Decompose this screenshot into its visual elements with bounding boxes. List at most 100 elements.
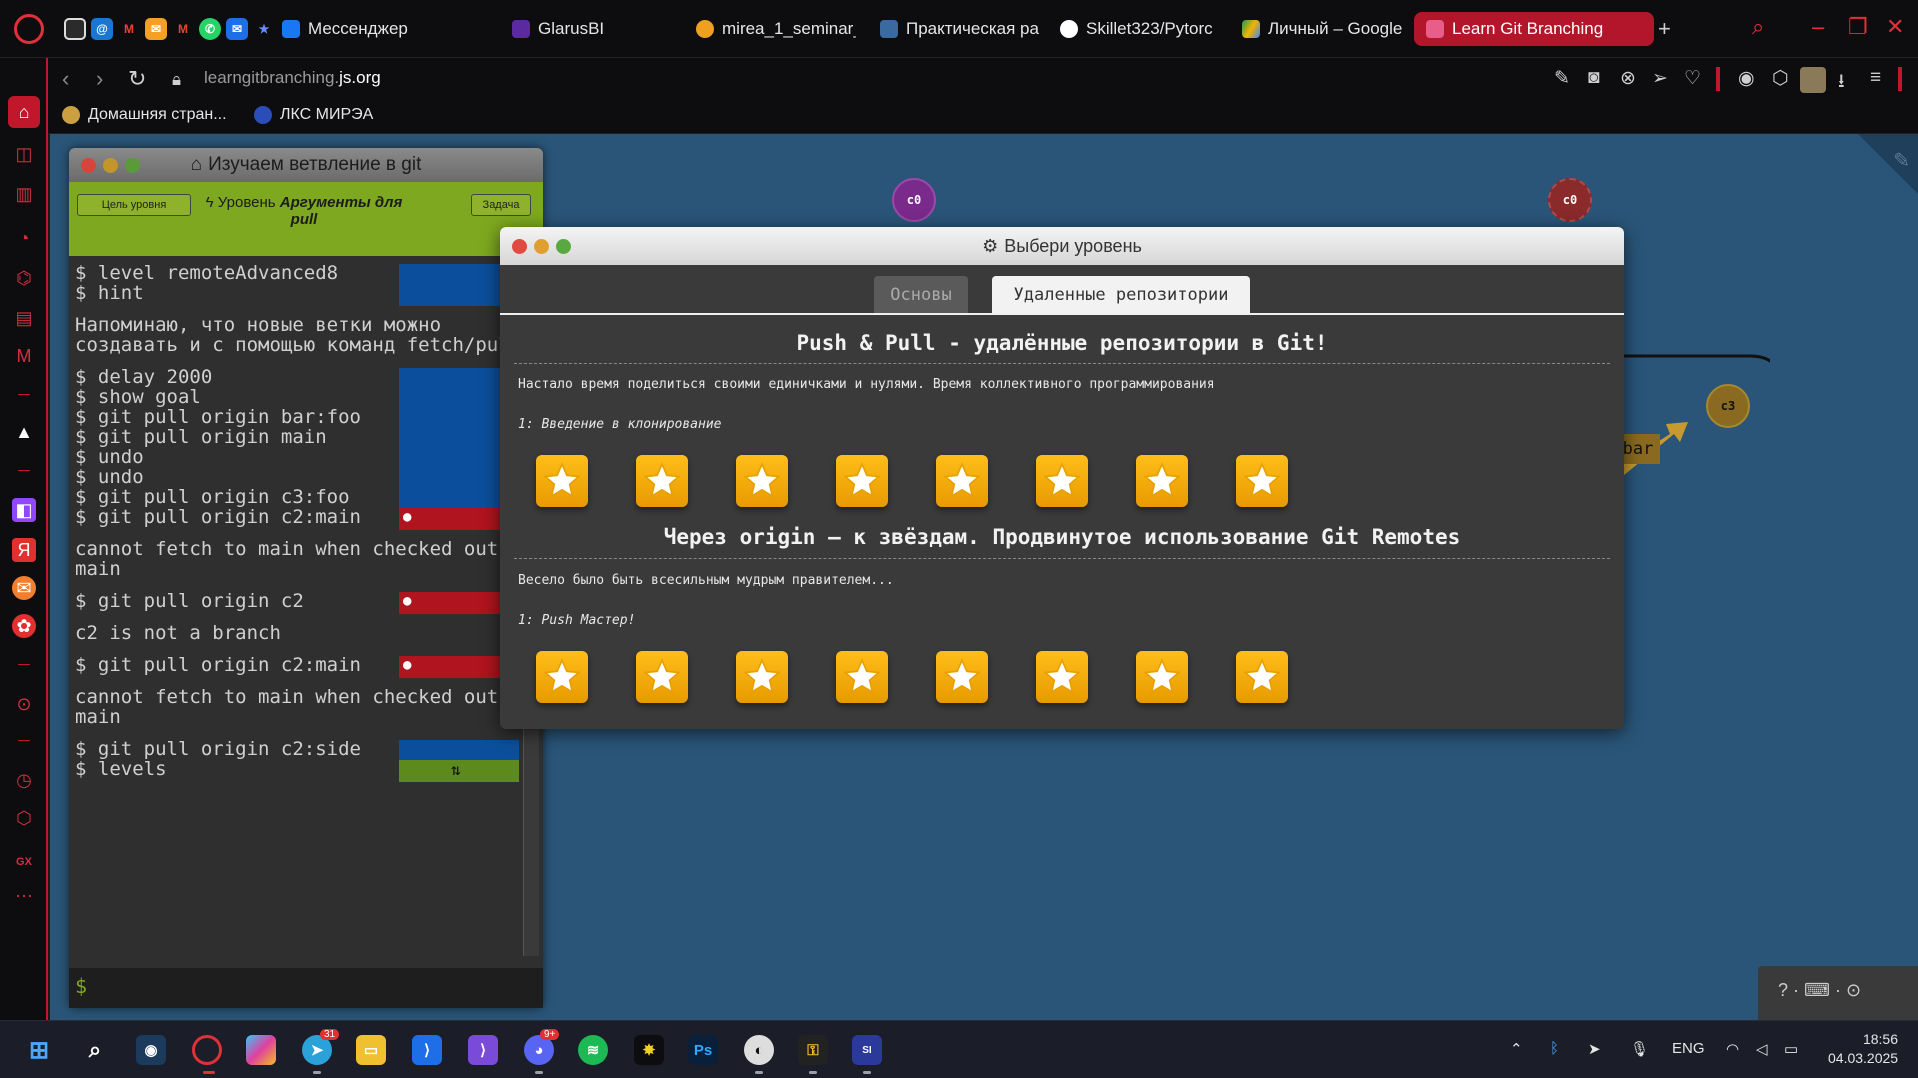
level-star-icon[interactable] <box>636 651 688 703</box>
burst-icon[interactable]: ✸ <box>634 1035 664 1065</box>
visual-studio-icon[interactable]: ⟩ <box>468 1035 498 1065</box>
aria-icon[interactable]: ▲ <box>12 420 36 444</box>
level-star-icon[interactable] <box>536 651 588 703</box>
wifi-icon[interactable]: ◠ <box>1726 1040 1739 1058</box>
level-star-icon[interactable] <box>736 455 788 507</box>
minimize-dot-icon[interactable] <box>534 239 549 254</box>
telegram-tray-icon[interactable]: ➤ <box>1588 1040 1601 1058</box>
cube-icon[interactable]: ⬡ <box>1772 67 1789 90</box>
tab-messenger[interactable]: Мессенджер <box>282 12 482 46</box>
level-star-icon[interactable] <box>636 455 688 507</box>
vpn-icon[interactable]: ◉ <box>1738 67 1755 90</box>
adblock-icon[interactable]: ⊗ <box>1620 67 1636 90</box>
player-icon[interactable]: ⊙ <box>12 692 36 716</box>
level-star-icon[interactable] <box>936 651 988 703</box>
gmail-icon[interactable]: M <box>118 18 140 40</box>
copilot-icon[interactable] <box>246 1035 276 1065</box>
level-star-icon[interactable] <box>1136 651 1188 703</box>
volume-icon[interactable]: ◁ <box>1756 1040 1768 1058</box>
search-icon[interactable]: ⌕ <box>80 1035 110 1065</box>
tab-learn-git-branching[interactable]: Learn Git Branching <box>1414 12 1654 46</box>
cube-icon[interactable]: ⬡ <box>12 806 36 830</box>
home-icon[interactable]: ⌂ <box>8 96 40 128</box>
bluetooth-icon[interactable]: ᛒ <box>1550 1040 1559 1057</box>
download-icon[interactable]: ⭳ <box>1838 67 1845 99</box>
terminal-input[interactable]: $ <box>69 968 543 1008</box>
gmail-icon-2[interactable]: M <box>172 18 194 40</box>
speed-icon[interactable]: ◔ <box>12 226 36 250</box>
twitch-icon[interactable]: ◧ <box>12 498 36 522</box>
opera-logo-icon[interactable] <box>14 14 44 44</box>
star-app-icon[interactable]: ★ <box>253 18 275 40</box>
gamepad-icon[interactable]: ◫ <box>12 142 36 166</box>
anime-icon[interactable]: ✿ <box>12 614 36 638</box>
search-icon[interactable]: ⌕ <box>1752 14 1764 40</box>
restore-icon[interactable]: ❐ <box>1848 14 1868 40</box>
camera-icon[interactable]: ◙ <box>1588 67 1599 89</box>
menu-icon[interactable]: ≡ <box>1870 67 1881 89</box>
level-star-icon[interactable] <box>736 651 788 703</box>
more-icon[interactable]: ⋯ <box>12 884 36 908</box>
bookmark-lks-mirea[interactable]: ЛКС МИРЭА <box>254 106 373 124</box>
level-star-icon[interactable] <box>1036 651 1088 703</box>
photoshop-icon[interactable]: Ps <box>688 1035 718 1065</box>
forward-icon[interactable]: › <box>96 66 103 92</box>
back-icon[interactable]: ‹ <box>62 66 69 92</box>
commit-node[interactable]: c3 <box>1706 384 1750 428</box>
level-star-icon[interactable] <box>836 455 888 507</box>
commit-node[interactable]: c0 <box>892 178 936 222</box>
whatsapp-icon[interactable]: ✆ <box>199 18 221 40</box>
yandex-icon[interactable]: Я <box>12 538 36 562</box>
mail-icon[interactable]: M <box>12 344 36 368</box>
clock[interactable]: 18:56 04.03.2025 <box>1828 1030 1898 1068</box>
help-box[interactable]: ? · ⌨ · ⊙ <box>1758 966 1918 1020</box>
chevron-up-icon[interactable]: ⌃ <box>1510 1040 1523 1058</box>
close-dot-icon[interactable] <box>512 239 527 254</box>
book-icon[interactable]: ▥ <box>12 182 36 206</box>
spotify-icon[interactable]: ≋ <box>578 1035 608 1065</box>
tab-glarusbi[interactable]: GlarusBI <box>512 12 682 46</box>
steam-icon[interactable]: ◉ <box>136 1035 166 1065</box>
minimize-icon[interactable]: – <box>1812 14 1824 40</box>
url-field[interactable]: learngitbranching.js.org <box>204 68 381 88</box>
reload-icon[interactable]: ↻ <box>128 66 146 92</box>
edit-icon[interactable]: ✎ <box>1554 67 1570 90</box>
mail-client-icon[interactable]: ✉ <box>226 18 248 40</box>
vpn-lock-icon[interactable]: ⚿ <box>798 1035 828 1065</box>
app-icon[interactable]: ◐ <box>744 1035 774 1065</box>
vscode-icon[interactable]: ⟩ <box>412 1035 442 1065</box>
mail-ru-icon[interactable]: ✉ <box>12 576 36 600</box>
level-star-icon[interactable] <box>836 651 888 703</box>
language-indicator[interactable]: ENG <box>1672 1040 1705 1057</box>
news-icon[interactable]: ▤ <box>12 306 36 330</box>
gx-icon[interactable]: GX <box>12 850 36 874</box>
tab-practical[interactable]: Практическая ра <box>880 12 1040 46</box>
new-tab-button[interactable]: + <box>1658 12 1680 46</box>
opera-gx-icon[interactable] <box>192 1035 222 1065</box>
gamepad-icon[interactable] <box>64 18 86 40</box>
maximize-dot-icon[interactable] <box>125 158 140 173</box>
level-star-icon[interactable] <box>1236 455 1288 507</box>
goal-button[interactable]: Цель уровня <box>77 194 191 216</box>
tab-google-drive[interactable]: Личный – Google <box>1242 12 1402 46</box>
task-button[interactable]: Задача <box>471 194 531 216</box>
at-mail-icon[interactable]: @ <box>91 18 113 40</box>
folder-icon[interactable]: ▭ <box>356 1035 386 1065</box>
maximize-dot-icon[interactable] <box>556 239 571 254</box>
tab-github[interactable]: Skillet323/Pytorc <box>1060 12 1220 46</box>
tab-remote-repos[interactable]: Удаленные репозитории <box>992 276 1250 313</box>
mail-icon[interactable]: ✉ <box>145 18 167 40</box>
si-game-icon[interactable]: SI <box>852 1035 882 1065</box>
minimize-dot-icon[interactable] <box>103 158 118 173</box>
heart-icon[interactable]: ♡ <box>1684 67 1701 90</box>
bookmark-home[interactable]: Домашняя стран... <box>62 106 227 124</box>
send-icon[interactable]: ➢ <box>1652 67 1668 90</box>
pin-icon[interactable]: ✎ <box>1893 148 1910 173</box>
close-icon[interactable]: ✕ <box>1886 14 1904 40</box>
tab-basics[interactable]: Основы <box>874 276 968 313</box>
level-star-icon[interactable] <box>536 455 588 507</box>
robot-icon[interactable]: ⌬ <box>12 266 36 290</box>
history-icon[interactable]: ◷ <box>12 768 36 792</box>
battery-icon[interactable]: ▭ <box>1784 1040 1798 1058</box>
level-star-icon[interactable] <box>1236 651 1288 703</box>
